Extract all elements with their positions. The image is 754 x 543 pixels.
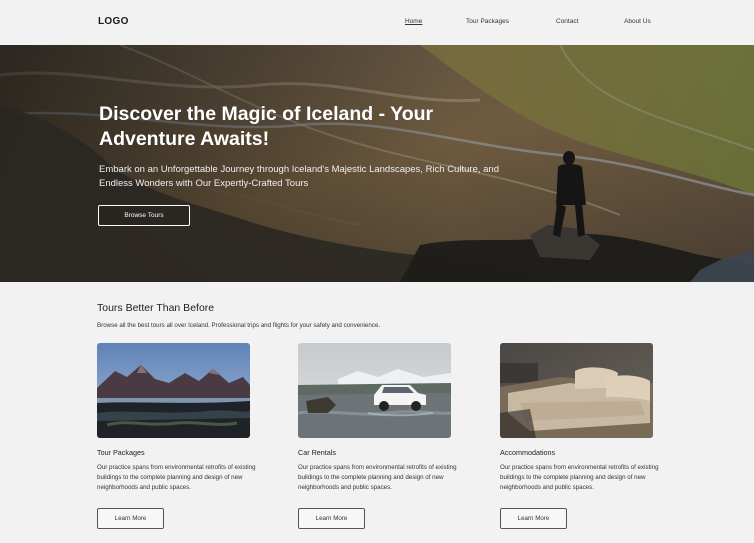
- logo[interactable]: LOGO: [98, 16, 129, 27]
- learn-more-button[interactable]: Learn More: [97, 508, 164, 529]
- hero-subtitle: Embark on an Unforgettable Journey throu…: [99, 164, 499, 189]
- hero-banner: Discover the Magic of Iceland - Your Adv…: [0, 45, 754, 282]
- hero-title: Discover the Magic of Iceland - Your Adv…: [99, 103, 434, 150]
- nav-tour-packages[interactable]: Tour Packages: [466, 18, 509, 25]
- section-title: Tours Better Than Before: [97, 302, 215, 314]
- learn-more-button[interactable]: Learn More: [500, 508, 567, 529]
- nav-about-us[interactable]: About Us: [624, 18, 651, 25]
- section-description: Browse all the best tours all over Icela…: [97, 322, 381, 329]
- card-description: Our practice spans from environmental re…: [500, 464, 659, 491]
- browse-tours-button[interactable]: Browse Tours: [98, 205, 190, 226]
- card-car-rentals: Car Rentals Our practice spans from envi…: [298, 343, 457, 529]
- mountain-landscape-image: [97, 343, 250, 438]
- card-description: Our practice spans from environmental re…: [97, 464, 256, 491]
- card-description: Our practice spans from environmental re…: [298, 464, 457, 491]
- nav-contact[interactable]: Contact: [556, 18, 578, 25]
- white-suv-image: [298, 343, 451, 438]
- hotel-bed-image: [500, 343, 653, 438]
- card-tour-packages: Tour Packages Our practice spans from en…: [97, 343, 256, 529]
- card-title: Accommodations: [500, 448, 556, 457]
- learn-more-button[interactable]: Learn More: [298, 508, 365, 529]
- nav-home[interactable]: Home: [405, 18, 422, 25]
- card-accommodations: Accommodations Our practice spans from e…: [500, 343, 659, 529]
- card-title: Tour Packages: [97, 448, 145, 457]
- card-title: Car Rentals: [298, 448, 336, 457]
- site-header: LOGO Home Tour Packages Contact About Us: [0, 0, 754, 45]
